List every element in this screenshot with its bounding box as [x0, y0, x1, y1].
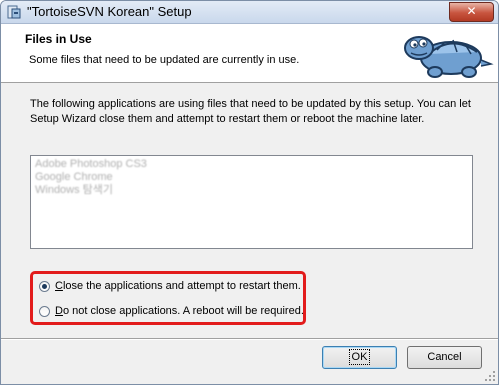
close-button[interactable]: ✕ [449, 2, 494, 22]
close-apps-label: Close the applications and attempt to re… [55, 280, 301, 292]
intro-text: The following applications are using fil… [30, 98, 471, 125]
setup-installer-icon [7, 5, 21, 19]
close-icon: ✕ [466, 4, 477, 18]
resize-grip-icon[interactable] [484, 370, 496, 382]
setup-window: "TortoiseSVN Korean" Setup ✕ Files in Us… [0, 0, 499, 385]
header-banner: Files in Use Some files that need to be … [1, 24, 498, 83]
do-not-close-option[interactable]: Do not close applications. A reboot will… [39, 304, 304, 318]
ok-button[interactable]: OK [322, 346, 397, 369]
list-item[interactable]: Google Chrome [35, 171, 468, 184]
close-apps-radio[interactable] [39, 280, 50, 292]
list-item[interactable]: Adobe Photoshop CS3 [35, 158, 468, 171]
page-subtitle: Some files that need to be updated are c… [29, 54, 300, 66]
page-title: Files in Use [25, 32, 92, 46]
close-apps-option[interactable]: Close the applications and attempt to re… [39, 279, 301, 293]
title-bar[interactable]: "TortoiseSVN Korean" Setup ✕ [1, 1, 498, 24]
footer-divider [1, 338, 498, 340]
tortoise-mascot-icon [404, 36, 494, 78]
do-not-close-radio[interactable] [39, 305, 50, 317]
list-item[interactable]: Windows 탐색기 [35, 184, 468, 197]
do-not-close-label: Do not close applications. A reboot will… [55, 305, 304, 317]
applications-list[interactable]: Adobe Photoshop CS3 Google Chrome Window… [30, 155, 473, 249]
window-title: "TortoiseSVN Korean" Setup [27, 4, 192, 19]
cancel-button[interactable]: Cancel [407, 346, 482, 369]
